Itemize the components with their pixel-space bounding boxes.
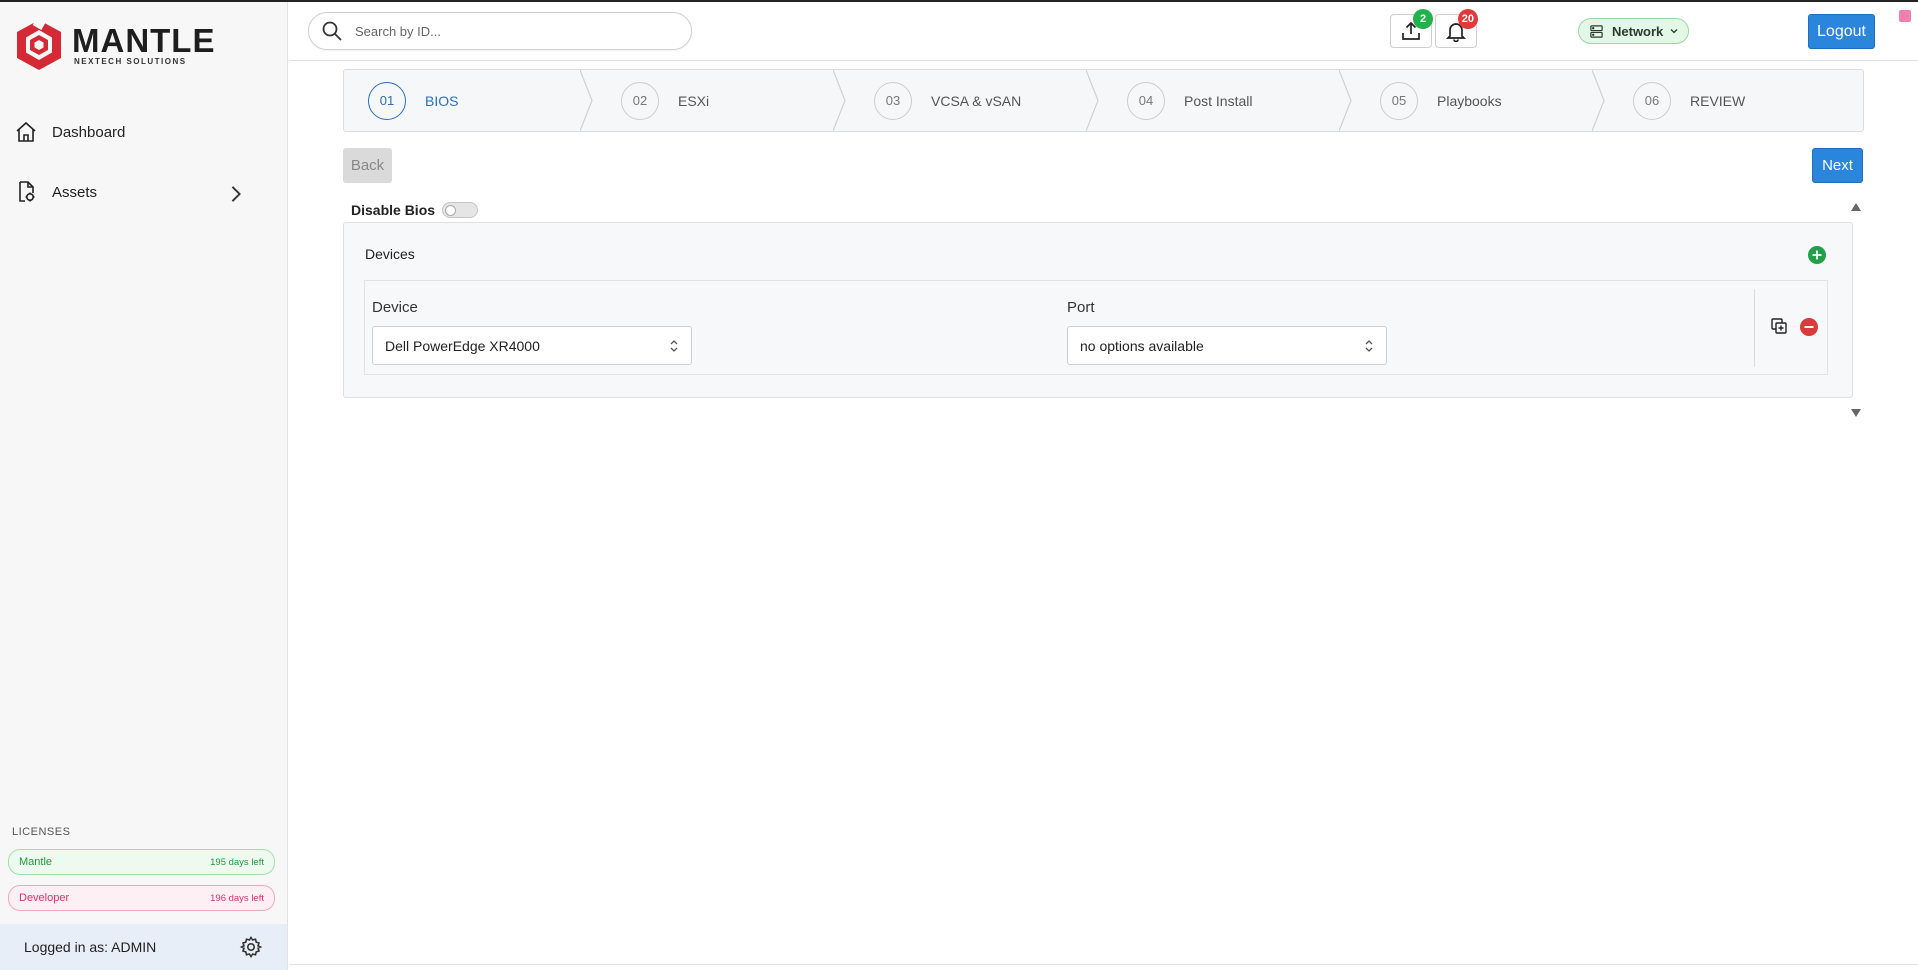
devices-title: Devices — [365, 246, 415, 262]
corner-indicator — [1899, 10, 1911, 22]
network-label: Network — [1612, 23, 1664, 39]
port-field-label: Port — [1067, 299, 1095, 316]
step-label: Post Install — [1184, 92, 1253, 109]
row-divider — [1754, 289, 1755, 367]
mantle-logo-icon — [17, 18, 61, 70]
step-review[interactable]: 06 REVIEW — [1633, 70, 1745, 131]
network-dropdown[interactable]: Network — [1578, 18, 1689, 44]
license-name: Mantle — [19, 856, 53, 868]
toggle-knob — [445, 204, 457, 216]
step-divider — [1339, 70, 1352, 131]
step-label: REVIEW — [1690, 92, 1746, 109]
step-playbooks[interactable]: 05 Playbooks — [1380, 70, 1502, 131]
step-number: 02 — [621, 81, 659, 120]
search-box[interactable] — [308, 12, 692, 50]
sidebar-item-label: Dashboard — [52, 123, 126, 141]
devices-panel: Devices Device Dell PowerEdge XR4000 Por… — [343, 222, 1853, 398]
wizard-stepper: 01 BIOS 02 ESXi 03 VCSA & vSAN 04 Post I… — [343, 69, 1864, 132]
brand-logo[interactable]: MANTLE NEXTECH SOLUTIONS — [14, 18, 215, 72]
step-number: 05 — [1380, 81, 1418, 120]
device-field-label: Device — [372, 299, 418, 316]
device-select-value: Dell PowerEdge XR4000 — [385, 337, 540, 354]
disable-bios-toggle[interactable] — [442, 202, 479, 218]
search-input[interactable] — [355, 23, 655, 39]
server-icon — [1590, 24, 1603, 38]
sidebar-item-assets[interactable]: Assets — [14, 172, 276, 212]
notifications-button[interactable]: 20 — [1435, 9, 1478, 48]
add-device-button[interactable] — [1807, 245, 1827, 265]
step-number: 01 — [368, 81, 406, 120]
sidebar-item-label: Assets — [52, 183, 98, 201]
disable-bios-row: Disable Bios — [351, 202, 479, 218]
license-name: Developer — [19, 892, 70, 904]
step-bios[interactable]: 01 BIOS — [368, 70, 458, 131]
step-label: Playbooks — [1437, 92, 1502, 109]
step-esxi[interactable]: 02 ESXi — [621, 70, 709, 131]
gear-icon[interactable] — [239, 935, 263, 959]
step-vcsa-vsan[interactable]: 03 VCSA & vSAN — [874, 70, 1021, 131]
port-select-value: no options available — [1080, 337, 1204, 354]
back-button[interactable]: Back — [343, 148, 392, 183]
device-select[interactable]: Dell PowerEdge XR4000 — [372, 326, 692, 365]
step-post-install[interactable]: 04 Post Install — [1127, 70, 1252, 131]
window-top-border — [0, 0, 1918, 2]
search-icon — [322, 21, 342, 41]
brand-title: MANTLE — [72, 21, 216, 59]
scroll-down-arrow-icon[interactable] — [1851, 409, 1861, 417]
port-select[interactable]: no options available — [1067, 326, 1387, 365]
step-number: 03 — [874, 81, 912, 120]
step-label: BIOS — [425, 92, 459, 109]
step-number: 06 — [1633, 81, 1671, 120]
logout-button[interactable]: Logout — [1808, 14, 1875, 49]
home-icon — [16, 121, 36, 142]
assets-icon — [19, 181, 35, 202]
license-badge-mantle: Mantle 195 days left — [8, 849, 275, 875]
user-status-bar: Logged in as: ADMIN — [0, 924, 287, 970]
logged-in-text: Logged in as: ADMIN — [24, 939, 157, 955]
step-divider — [1086, 70, 1099, 131]
chevron-down-icon — [1670, 29, 1678, 34]
step-label: VCSA & vSAN — [931, 92, 1022, 109]
select-arrows-icon — [670, 340, 678, 352]
device-row: Device Dell PowerEdge XR4000 Port no opt… — [364, 280, 1828, 375]
sidebar: MANTLE NEXTECH SOLUTIONS Dashboard Asset… — [0, 2, 288, 970]
sidebar-item-dashboard[interactable]: Dashboard — [14, 112, 276, 152]
step-divider — [580, 70, 593, 131]
duplicate-icon[interactable] — [1770, 317, 1788, 335]
top-header: Network 2 20 Logout — [289, 2, 1918, 61]
chevron-right-icon[interactable] — [224, 182, 248, 206]
license-days: 195 days left — [210, 856, 264, 868]
notifications-count-badge: 20 — [1457, 9, 1478, 29]
content-bottom-border — [289, 964, 1918, 965]
licenses-heading: LICENSES — [12, 826, 71, 838]
step-label: ESXi — [678, 92, 710, 109]
disable-bios-label: Disable Bios — [351, 202, 436, 218]
upload-count-badge: 2 — [1413, 9, 1433, 29]
step-number: 04 — [1127, 81, 1165, 120]
license-days: 196 days left — [210, 892, 264, 904]
step-divider — [833, 70, 846, 131]
license-badge-developer: Developer 196 days left — [8, 885, 275, 911]
scroll-up-arrow-icon[interactable] — [1851, 203, 1861, 211]
upload-button[interactable]: 2 — [1390, 9, 1433, 48]
select-arrows-icon — [1365, 340, 1373, 352]
next-button[interactable]: Next — [1812, 148, 1863, 183]
step-divider — [1592, 70, 1605, 131]
remove-device-button[interactable] — [1799, 317, 1819, 337]
